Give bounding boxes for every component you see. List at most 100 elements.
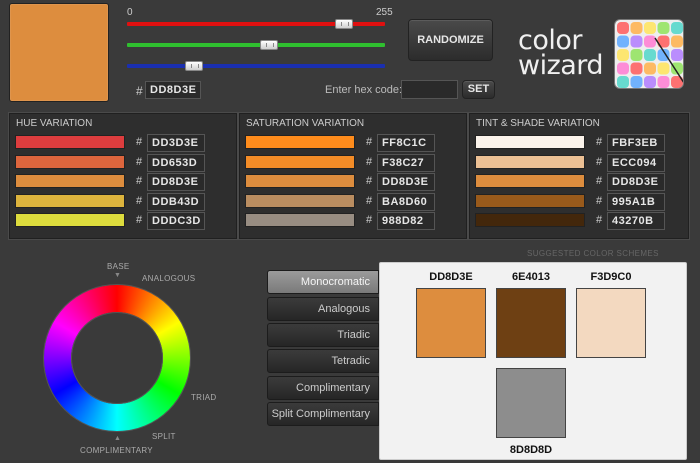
logo-dot xyxy=(657,76,670,88)
logo-dot xyxy=(671,22,683,34)
scheme-button-tetradic[interactable]: Tetradic xyxy=(267,349,379,373)
logo-dot xyxy=(617,49,629,61)
hue-variation-hex-value: DD3D3E xyxy=(147,134,205,152)
logo-dot xyxy=(644,22,656,34)
scheme-button-triadic[interactable]: Triadic xyxy=(267,323,379,347)
tint-shade-variation-swatch[interactable] xyxy=(475,174,585,188)
hue-variation-panel: HUE VARIATION # DD3D3E # DD653D # DD8D3E # DDB4… xyxy=(9,113,237,239)
hash-symbol: # xyxy=(596,136,603,148)
scheme-swatch-3 xyxy=(576,288,646,358)
suggested-schemes-title: SUGGESTED COLOR SCHEMES xyxy=(527,249,659,258)
scheme-swatch-1 xyxy=(416,288,486,358)
tint-shade-variation-hex-value: 995A1B xyxy=(607,192,665,211)
tint-shade-variation-panel: TINT & SHADE VARIATION # FBF3EB # ECC094 # DD… xyxy=(469,113,689,239)
complimentary-marker-icon: ▲ xyxy=(114,435,121,442)
tint-shade-variation-hex-value: 43270B xyxy=(607,212,665,230)
wheel-label-triad: TRIAD xyxy=(191,393,217,402)
tint-shade-variation-swatch[interactable] xyxy=(475,213,585,227)
logo-dot xyxy=(630,35,643,48)
wheel-label-base: BASE xyxy=(107,262,130,271)
wheel-label-split: SPLIT xyxy=(152,432,176,441)
hue-variation-hex-value: DDB43D xyxy=(147,192,205,211)
tint-shade-variation-hex-value: DD8D3E xyxy=(607,173,665,191)
logo-text: color wizard xyxy=(518,27,610,79)
slider-max-label: 255 xyxy=(376,7,393,18)
saturation-variation-swatch[interactable] xyxy=(245,154,355,169)
scheme-swatch-4 xyxy=(496,368,566,438)
scheme-swatch-label-4: 8D8D8D xyxy=(509,444,553,456)
scheme-button-split-complimentary[interactable]: Split Complimentary xyxy=(267,402,379,426)
tint-shade-variation-swatch[interactable] xyxy=(475,193,585,208)
blue-slider-handle[interactable] xyxy=(185,61,204,71)
hash-symbol: # xyxy=(596,155,603,168)
saturation-variation-hex-value: 988D82 xyxy=(377,212,435,230)
scheme-swatch-label-2: 6E4013 xyxy=(512,271,550,283)
slider-min-label: 0 xyxy=(127,7,133,18)
saturation-variation-hex-value: F38C27 xyxy=(377,153,435,172)
saturation-variation-hex-value: FF8C1C xyxy=(377,134,435,152)
blue-slider-track[interactable] xyxy=(127,64,385,68)
hash-symbol: # xyxy=(136,175,143,187)
set-button[interactable]: SET xyxy=(462,80,495,99)
hue-variation-swatch[interactable] xyxy=(15,154,125,169)
hue-variation-swatch[interactable] xyxy=(15,174,125,188)
hex-code-input[interactable] xyxy=(401,80,458,99)
hue-variation-swatch[interactable] xyxy=(15,213,125,227)
saturation-variation-swatch[interactable] xyxy=(245,174,355,188)
logo-dot xyxy=(657,22,670,34)
hue-variation-swatch[interactable] xyxy=(15,135,125,149)
scheme-swatch-label-1: DD8D3E xyxy=(429,271,473,283)
current-color-preview xyxy=(9,3,109,102)
logo-dot xyxy=(657,62,670,75)
tint-shade-variation-hex-value: ECC094 xyxy=(607,153,665,172)
hash-symbol: # xyxy=(366,175,373,187)
hash-symbol: # xyxy=(596,214,603,226)
logo-dot xyxy=(644,62,656,75)
hash-symbol: # xyxy=(366,194,373,207)
scheme-button-analogous[interactable]: Analogous xyxy=(267,297,379,321)
color-wheel[interactable] xyxy=(44,285,190,431)
logo-dot xyxy=(630,62,643,75)
hash-symbol: # xyxy=(136,214,143,226)
hash-symbol: # xyxy=(366,155,373,168)
green-slider-handle[interactable] xyxy=(259,40,278,50)
saturation-variation-hex-value: BA8D60 xyxy=(377,192,435,211)
scheme-button-monocromatic[interactable]: Monocromatic xyxy=(267,270,379,294)
hash-symbol: # xyxy=(596,194,603,207)
hex-input-label: Enter hex code: xyxy=(325,84,403,96)
scheme-button-complimentary[interactable]: Complimentary xyxy=(267,376,379,400)
saturation-variation-title: SATURATION VARIATION xyxy=(246,118,365,129)
hash-symbol: # xyxy=(596,175,603,187)
logo-dot xyxy=(644,35,656,48)
red-slider-handle[interactable] xyxy=(335,19,353,29)
hash-symbol: # xyxy=(136,136,143,148)
logo-dot xyxy=(671,49,683,61)
green-slider-track[interactable] xyxy=(127,43,385,47)
saturation-variation-swatch[interactable] xyxy=(245,193,355,208)
hue-variation-title: HUE VARIATION xyxy=(16,118,93,129)
hue-variation-hex-value: DDDC3D xyxy=(147,212,205,230)
tint-shade-variation-title: TINT & SHADE VARIATION xyxy=(476,118,600,129)
wheel-label-complimentary: COMPLIMENTARY xyxy=(80,446,153,455)
logo-dot xyxy=(644,76,656,88)
palette-icon xyxy=(614,19,684,89)
tint-shade-variation-swatch[interactable] xyxy=(475,135,585,149)
scheme-swatch-2 xyxy=(496,288,566,358)
saturation-variation-swatch[interactable] xyxy=(245,213,355,227)
logo-dot xyxy=(630,22,643,34)
logo-dot xyxy=(630,76,643,88)
tint-shade-variation-swatch[interactable] xyxy=(475,154,585,169)
logo-dot xyxy=(644,49,656,61)
base-marker-icon: ▼ xyxy=(114,272,121,279)
randomize-button[interactable]: RANDOMIZE xyxy=(408,19,493,61)
logo-dot xyxy=(630,49,643,61)
saturation-variation-panel: SATURATION VARIATION # FF8C1C # F38C27 # DD8D… xyxy=(239,113,467,239)
logo-dot xyxy=(617,22,629,34)
tint-shade-variation-hex-value: FBF3EB xyxy=(607,134,665,152)
scheme-swatch-label-3: F3D9C0 xyxy=(590,271,632,283)
hash-symbol: # xyxy=(366,136,373,148)
hash-symbol: # xyxy=(136,194,143,207)
saturation-variation-swatch[interactable] xyxy=(245,135,355,149)
hue-variation-swatch[interactable] xyxy=(15,193,125,208)
hash-symbol: # xyxy=(366,214,373,226)
